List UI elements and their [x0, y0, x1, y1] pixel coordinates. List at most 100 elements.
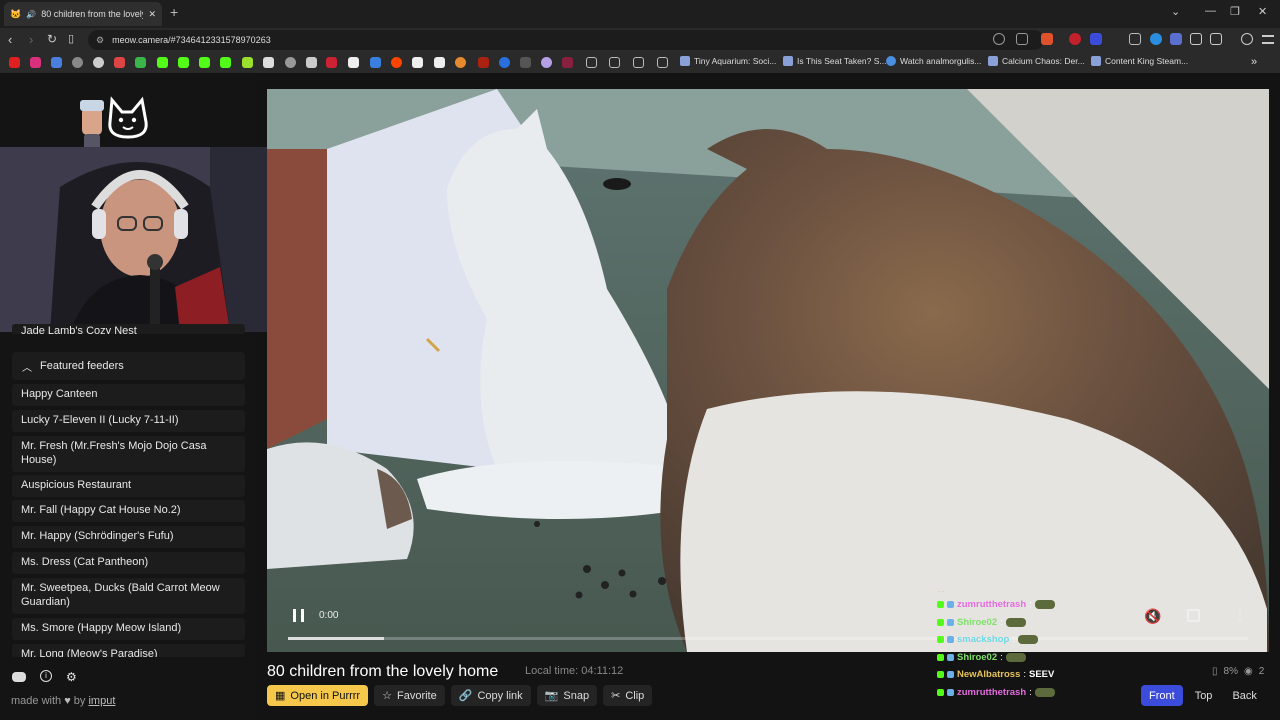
feeder-item[interactable]: Mr. Fall (Happy Cat House No.2) — [12, 500, 245, 522]
close-window-icon[interactable]: ✕ — [1258, 5, 1267, 18]
discord-icon[interactable] — [12, 672, 26, 682]
x-bookmark-icon[interactable] — [348, 57, 359, 68]
github-bookmark-icon[interactable] — [93, 57, 104, 68]
menu-icon[interactable] — [1262, 35, 1274, 44]
more-options-icon[interactable]: ⋮ — [1233, 606, 1247, 623]
bookmark-icon-21[interactable] — [455, 57, 466, 68]
kick-bookmark-icon-2[interactable] — [178, 57, 189, 68]
extension-wave-icon[interactable] — [1090, 33, 1102, 45]
forward-icon[interactable]: › — [29, 32, 33, 47]
close-tab-icon[interactable]: ✕ — [148, 9, 156, 20]
amazon-bookmark-icon[interactable] — [434, 57, 445, 68]
pause-icon[interactable] — [293, 609, 304, 622]
bookmark-watch[interactable]: Watch analmorgulis... — [886, 56, 981, 66]
extension-monitor-icon[interactable] — [1129, 33, 1141, 45]
snap-button[interactable]: 📷 Snap — [536, 685, 598, 706]
bookmark-calcium-chaos[interactable]: Calcium Chaos: Der... — [988, 56, 1085, 66]
extension-blue-icon[interactable] — [1150, 33, 1162, 45]
bookmark-icon-14[interactable] — [306, 57, 317, 68]
info-icon[interactable]: i — [40, 670, 52, 682]
video-player[interactable] — [267, 89, 1269, 652]
kick-bookmark-icon-1[interactable] — [157, 57, 168, 68]
favorite-button[interactable]: ☆ Favorite — [374, 685, 445, 706]
kick-bookmark-icon-4[interactable] — [220, 57, 231, 68]
clip-button[interactable]: ✂ Clip — [603, 685, 653, 706]
history-icon[interactable] — [993, 33, 1005, 45]
maximize-icon[interactable]: ❐ — [1230, 5, 1240, 18]
tab-search-icon[interactable]: ⌄ — [1171, 5, 1180, 18]
chat-username[interactable]: smackshop — [957, 634, 1009, 645]
extension-window-icon[interactable] — [1170, 33, 1182, 45]
feeder-item[interactable]: Lucky 7-Eleven II (Lucky 7-11-II) — [12, 410, 245, 432]
bookmark-icon-22[interactable] — [478, 57, 489, 68]
bookmark-icon-23[interactable] — [499, 57, 510, 68]
bookmarks-bar: Tiny Aquarium: Soci... Is This Seat Take… — [0, 52, 1280, 74]
bookmark-icon-star[interactable] — [242, 57, 253, 68]
address-bar[interactable]: ⚙ meow.camera/#7346412331578970263 — [88, 30, 1044, 50]
bookmark-icon-3[interactable] — [51, 57, 62, 68]
reddit-bookmark-icon[interactable] — [391, 57, 402, 68]
chat-username[interactable]: Shiroe02 — [957, 617, 997, 628]
minimize-icon[interactable]: — — [1205, 5, 1216, 17]
bookmark-icon-4[interactable] — [72, 57, 83, 68]
youtube-bookmark-icon[interactable] — [9, 57, 20, 68]
bookmark-icon-25[interactable] — [541, 57, 552, 68]
more-bookmarks-icon[interactable]: » — [1251, 56, 1257, 68]
feeder-item[interactable]: Ms. Smore (Happy Meow Island) — [12, 618, 245, 640]
view-front-button[interactable]: Front — [1141, 685, 1183, 706]
back-icon[interactable]: ‹ — [8, 32, 12, 47]
bookmark-icon-17[interactable] — [370, 57, 381, 68]
extension-red-icon[interactable] — [1069, 33, 1081, 45]
p-bookmark-icon[interactable] — [412, 57, 423, 68]
browser-tab[interactable]: 🐱 🔊 80 children from the lovely ho ✕ — [4, 2, 162, 26]
author-link[interactable]: imput — [88, 695, 115, 707]
new-tab-icon[interactable]: + — [170, 4, 178, 20]
sidebar-toggle-icon[interactable] — [1210, 33, 1222, 45]
brave-shield-icon[interactable] — [1041, 33, 1053, 45]
folder-icon-4[interactable] — [657, 57, 668, 68]
folder-icon-2[interactable] — [609, 57, 620, 68]
bookmark-icon-24[interactable] — [520, 57, 531, 68]
fullscreen-icon[interactable] — [1187, 609, 1200, 622]
mute-icon[interactable]: 🔇 — [1144, 608, 1161, 625]
feeder-item-cut[interactable]: Jade Lamb's Cozy Nest — [12, 324, 245, 334]
feeder-item[interactable]: Ms. Dress (Cat Pantheon) — [12, 552, 245, 574]
bookmark-icon-15[interactable] — [326, 57, 337, 68]
bookmark-icon[interactable]: ▯ — [68, 32, 74, 45]
view-back-button[interactable]: Back — [1224, 685, 1264, 706]
copy-link-button[interactable]: 🔗 Copy link — [450, 685, 531, 706]
instagram-bookmark-icon[interactable] — [30, 57, 41, 68]
chat-username[interactable]: zumrutthetrash — [957, 599, 1026, 610]
feeder-item[interactable]: Mr. Sweetpea, Ducks (Bald Carrot Meow Gu… — [12, 578, 245, 614]
bookmark-seat-taken[interactable]: Is This Seat Taken? S... — [783, 56, 886, 66]
folder-icon-3[interactable] — [633, 57, 644, 68]
reload-icon[interactable]: ↻ — [47, 32, 57, 46]
feeder-item[interactable]: Auspicious Restaurant — [12, 475, 245, 497]
media-icon[interactable] — [1241, 33, 1253, 45]
feeder-item[interactable]: Mr. Long (Meow's Paradise) — [12, 644, 245, 657]
gmail-bookmark-icon[interactable] — [114, 57, 125, 68]
feeder-item[interactable]: Mr. Fresh (Mr.Fresh's Mojo Dojo Casa Hou… — [12, 436, 245, 472]
bookmark-icon-26[interactable] — [562, 57, 573, 68]
open-in-purrrr-button[interactable]: ▦ Open in Purrrr — [267, 685, 369, 706]
featured-feeders-header[interactable]: ︿ Featured feeders — [12, 352, 245, 380]
site-info-icon[interactable]: ⚙ — [96, 35, 104, 46]
chat-badge-icon — [947, 636, 954, 644]
feeder-item[interactable]: Happy Canteen — [12, 384, 245, 406]
feeder-item[interactable]: Mr. Happy (Schrödinger's Fufu) — [12, 526, 245, 548]
drive-bookmark-icon[interactable] — [135, 57, 146, 68]
chat-username[interactable]: zumrutthetrash — [957, 687, 1026, 698]
bookmark-content-king[interactable]: Content King Steam... — [1091, 56, 1188, 66]
bookmark-tiny-aquarium[interactable]: Tiny Aquarium: Soci... — [680, 56, 776, 66]
folder-icon-1[interactable] — [586, 57, 597, 68]
settings-icon[interactable]: ⚙ — [66, 670, 77, 684]
kick-bookmark-icon-3[interactable] — [199, 57, 210, 68]
extensions-puzzle-icon[interactable] — [1190, 33, 1202, 45]
bookmark-icon-13[interactable] — [285, 57, 296, 68]
share-icon[interactable] — [1016, 33, 1028, 45]
local-time: Local time: 04:11:12 — [525, 665, 624, 677]
chat-username[interactable]: Shiroe02 — [957, 652, 997, 663]
chat-username[interactable]: NewAlbatross — [957, 669, 1020, 680]
view-top-button[interactable]: Top — [1187, 685, 1221, 706]
anchor-bookmark-icon[interactable] — [263, 57, 274, 68]
